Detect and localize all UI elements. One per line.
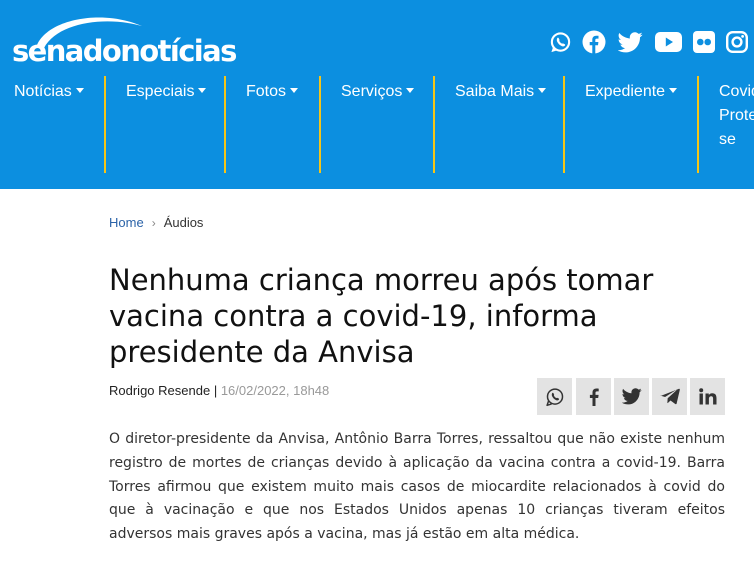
share-facebook-button[interactable] <box>576 378 611 415</box>
article-byline: Rodrigo Resende | 16/02/2022, 18h48 <box>109 382 329 400</box>
nav-label: Expediente <box>585 83 666 100</box>
breadcrumb-current: Áudios <box>163 215 204 230</box>
nav-fotos[interactable]: Fotos <box>246 80 299 104</box>
facebook-icon <box>582 30 606 54</box>
caret-down-icon <box>406 88 415 93</box>
nav-saiba-mais[interactable]: Saiba Mais <box>455 80 547 104</box>
breadcrumb-separator: › <box>151 216 156 230</box>
twitter-link[interactable] <box>617 29 643 55</box>
caret-down-icon <box>198 88 207 93</box>
nav-label: Serviços <box>341 83 403 100</box>
whatsapp-icon <box>550 31 570 52</box>
caret-down-icon <box>75 88 84 93</box>
nav-separator <box>224 76 226 173</box>
facebook-icon <box>589 388 599 406</box>
caret-down-icon <box>290 88 299 93</box>
whatsapp-link[interactable] <box>548 29 572 55</box>
nav-especiais[interactable]: Especiais <box>126 80 207 104</box>
youtube-link[interactable] <box>654 29 682 55</box>
article-body: O diretor-presidente da Anvisa, Antônio … <box>109 431 725 543</box>
nav-separator <box>104 76 106 173</box>
site-header: senadonotícias Notícias Especiais Fotos … <box>0 0 754 189</box>
share-linkedin-button[interactable] <box>690 378 725 415</box>
instagram-link[interactable] <box>725 29 749 55</box>
share-whatsapp-button[interactable] <box>537 378 572 415</box>
nav-noticias[interactable]: Notícias <box>14 80 84 104</box>
nav-label-line: Prote <box>719 107 754 124</box>
instagram-icon <box>726 31 748 53</box>
caret-down-icon <box>538 88 547 93</box>
nav-separator <box>319 76 321 173</box>
nav-label-line: Covid <box>719 83 754 100</box>
article-date: 16/02/2022, 18h48 <box>220 383 330 398</box>
nav-separator <box>433 76 435 173</box>
nav-label: Especiais <box>126 83 195 100</box>
nav-label: Fotos <box>246 83 287 100</box>
byline-separator: | <box>213 383 218 398</box>
author-name: Rodrigo Resende <box>109 383 211 398</box>
nav-covid-protese[interactable]: Covid Prote se <box>719 80 754 152</box>
twitter-icon <box>621 388 642 405</box>
share-telegram-button[interactable] <box>652 378 687 415</box>
facebook-link[interactable] <box>582 29 606 55</box>
nav-label-line: se <box>719 131 736 148</box>
share-twitter-button[interactable] <box>614 378 649 415</box>
flickr-link[interactable] <box>692 29 716 55</box>
senado-noticias-logo[interactable]: senadonotícias <box>12 14 242 68</box>
breadcrumb-home-link[interactable]: Home <box>109 215 144 230</box>
nav-expediente[interactable]: Expediente <box>585 80 678 104</box>
nav-label: Saiba Mais <box>455 83 535 100</box>
nav-servicos[interactable]: Serviços <box>341 80 415 104</box>
flickr-icon <box>693 31 715 53</box>
caret-down-icon <box>669 88 678 93</box>
telegram-icon <box>659 388 680 405</box>
breadcrumb: Home › Áudios <box>109 214 203 232</box>
linkedin-icon <box>698 388 716 405</box>
article-title: Nenhuma criança morreu após tomar vacina… <box>109 263 654 369</box>
nav-label: Notícias <box>14 83 72 100</box>
nav-separator <box>697 76 699 173</box>
nav-separator <box>563 76 565 173</box>
twitter-icon <box>617 31 643 52</box>
whatsapp-icon <box>545 387 563 406</box>
youtube-icon <box>654 32 682 52</box>
logo-text: senadonotícias <box>12 34 237 68</box>
